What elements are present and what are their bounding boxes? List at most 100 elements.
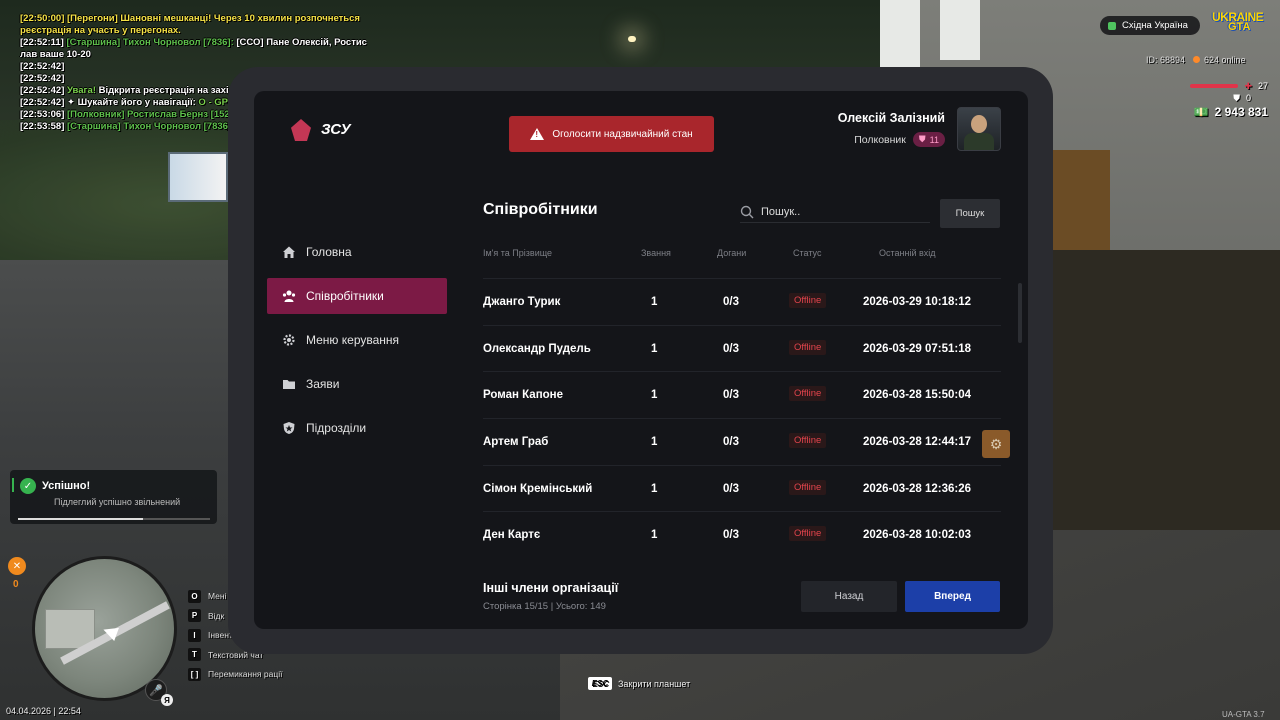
keybind-key: [ ] (188, 667, 201, 681)
cell-last-login: 2026-03-29 07:51:18 (863, 342, 972, 355)
cell-warnings: 0/3 (723, 529, 739, 542)
cell-warnings: 0/3 (723, 482, 739, 495)
toast-progress-track (18, 518, 210, 520)
rank-level: 11 (929, 134, 939, 145)
health-row: ✚ 27 (1168, 80, 1268, 92)
declare-emergency-button[interactable]: Оголосити надзвичайний стан (509, 116, 714, 152)
table-row[interactable]: Артем Граб 1 0/3 Offline 2026-03-28 12:44:17 (483, 418, 1001, 465)
tablet-screen: ЗСУ Оголосити надзвичайний стан Олексій … (254, 91, 1028, 629)
avatar (957, 107, 1001, 151)
sidebar-item-shield[interactable]: Підрозділи (267, 410, 447, 446)
status-badge: Offline (789, 293, 827, 308)
voice-key-badge: Я (161, 694, 173, 706)
cell-rank: 1 (651, 296, 658, 308)
online-icon (1193, 56, 1201, 63)
table-row[interactable]: Ден Картє 1 0/3 Offline 2026-03-28 10:02:03 (483, 511, 1001, 558)
cell-rank: 1 (651, 342, 658, 355)
esc-label: Закрити планшет (618, 678, 691, 689)
player-id-line: ID: 68894 624 online (1146, 55, 1246, 65)
table-row[interactable]: Джанго Турик 1 0/3 Offline 2026-03-29 10:18:… (483, 278, 1001, 325)
column-header-warnings: Догани (717, 248, 747, 258)
rank-badge: ⛊ 11 (912, 132, 945, 147)
sidebar-item-folder[interactable]: Заяви (267, 366, 447, 402)
search-input[interactable] (761, 205, 911, 218)
street-lamp (628, 36, 636, 42)
hunger-icon: ✕ (8, 557, 26, 575)
chat-segment: [ССО] Пане Олексій, Ростис (233, 37, 367, 48)
chat-segment: [22:52:42] (20, 97, 67, 108)
chat-segment: [22:52:11] (20, 37, 67, 48)
building-window (880, 0, 920, 70)
page-title: Співробітники (483, 201, 598, 218)
health-icon: ✚ (1244, 80, 1252, 91)
shield-icon (282, 421, 296, 435)
cash-icon: 💵 (1193, 105, 1209, 119)
armor-value: 0 (1246, 93, 1252, 103)
chat-segment: Відкрита реєстрація на захід: (95, 85, 241, 96)
warning-icon (530, 128, 545, 140)
rank-shield-icon: ⛊ (918, 134, 926, 144)
region-indicator: Східна Україна (1100, 16, 1200, 35)
chat-segment: ✦ Шукайте його у навігації: (67, 97, 199, 108)
keybind-key: I (188, 628, 201, 642)
chat-segment: Увага! (67, 85, 96, 96)
sidebar-item-label: Співробітники (306, 289, 384, 303)
status-badge: Offline (789, 479, 827, 495)
gear-icon (282, 333, 296, 347)
building-window (940, 0, 980, 60)
toast-progress-fill (18, 518, 143, 520)
status-badge: Offline (789, 433, 827, 449)
search-box (740, 201, 930, 223)
game-version: UA-GTA 3.7 (1222, 710, 1265, 719)
check-icon: ✓ (20, 478, 36, 494)
column-header-status: Статус (793, 248, 822, 258)
sidebar-item-users[interactable]: Співробітники (267, 278, 447, 314)
chat-segment: реєстрація на участь у перегонах. (20, 25, 181, 36)
table-row[interactable]: Олександр Пудель 1 0/3 Offline 2026-03-29 07… (483, 324, 1001, 372)
close-tablet-hint: ESC Закрити планшет (588, 677, 690, 690)
player-id: ID: 68894 (1146, 55, 1186, 65)
health-bar (1190, 84, 1239, 88)
cell-warnings: 0/3 (723, 342, 739, 355)
org-name: ЗСУ (321, 121, 351, 138)
cell-name: Артем Граб (483, 436, 549, 449)
toast-message: Підлеглий успішно звільнений (54, 497, 181, 507)
cell-name: Джанго Турик (483, 296, 561, 308)
row-settings-gear-icon[interactable]: ⚙ (982, 430, 1010, 458)
status-badge: Offline (789, 386, 827, 402)
sidebar-item-gear[interactable]: Меню керування (267, 322, 447, 358)
employees-table: Джанго Турик 1 0/3 Offline 2026-03-29 10:18:… (483, 278, 1001, 558)
date-time: 04.04.2026 | 22:54 (6, 706, 81, 716)
region-label: Східна Україна (1122, 20, 1188, 31)
chat-segment: [22:53:06] (20, 109, 67, 120)
status-badge: Offline (789, 339, 827, 355)
back-button[interactable]: Назад (801, 581, 897, 612)
home-icon (282, 245, 296, 259)
table-row[interactable]: Роман Капоне 1 0/3 Offline 2026-03-28 15:50:… (483, 371, 1001, 418)
sidebar-item-label: Головна (306, 245, 352, 259)
building-shadow (1050, 250, 1280, 530)
server-logo: UKRAINE GTA (1212, 10, 1270, 40)
profile-name: Олексій Залізний (837, 111, 945, 125)
esc-key: ESC (588, 677, 612, 690)
health-value: 27 (1257, 81, 1268, 91)
chat-line: [22:52:11] [Старшина] Тихон Чорновол [78… (20, 37, 420, 49)
keybind-key: O (188, 589, 201, 603)
cell-rank: 1 (651, 482, 658, 495)
keybind-key: P (188, 609, 201, 622)
cell-name: Ден Картє (483, 529, 541, 542)
cell-warnings: 0/3 (723, 436, 739, 449)
keybind-row: [ ] Перемикання рації (188, 667, 282, 681)
keybind-label: Відк (208, 610, 225, 621)
scrollbar[interactable] (1018, 283, 1022, 343)
sidebar-item-home[interactable]: Головна (267, 234, 447, 270)
hunger-value: 0 (13, 579, 19, 590)
sidebar-item-label: Підрозділи (306, 421, 367, 435)
chat-line: [22:50:00] [Перегони] Шановні мешканці! … (20, 13, 420, 25)
table-row[interactable]: Сімон Кремінський 1 0/3 Offline 2026-03-28 1… (483, 464, 1001, 512)
search-button[interactable]: Пошук (940, 199, 1000, 228)
next-button[interactable]: Вперед (905, 581, 1000, 612)
cell-warnings: 0/3 (723, 389, 739, 402)
cell-warnings: 0/3 (723, 296, 739, 308)
keybind-label: Перемикання рації (208, 669, 283, 679)
